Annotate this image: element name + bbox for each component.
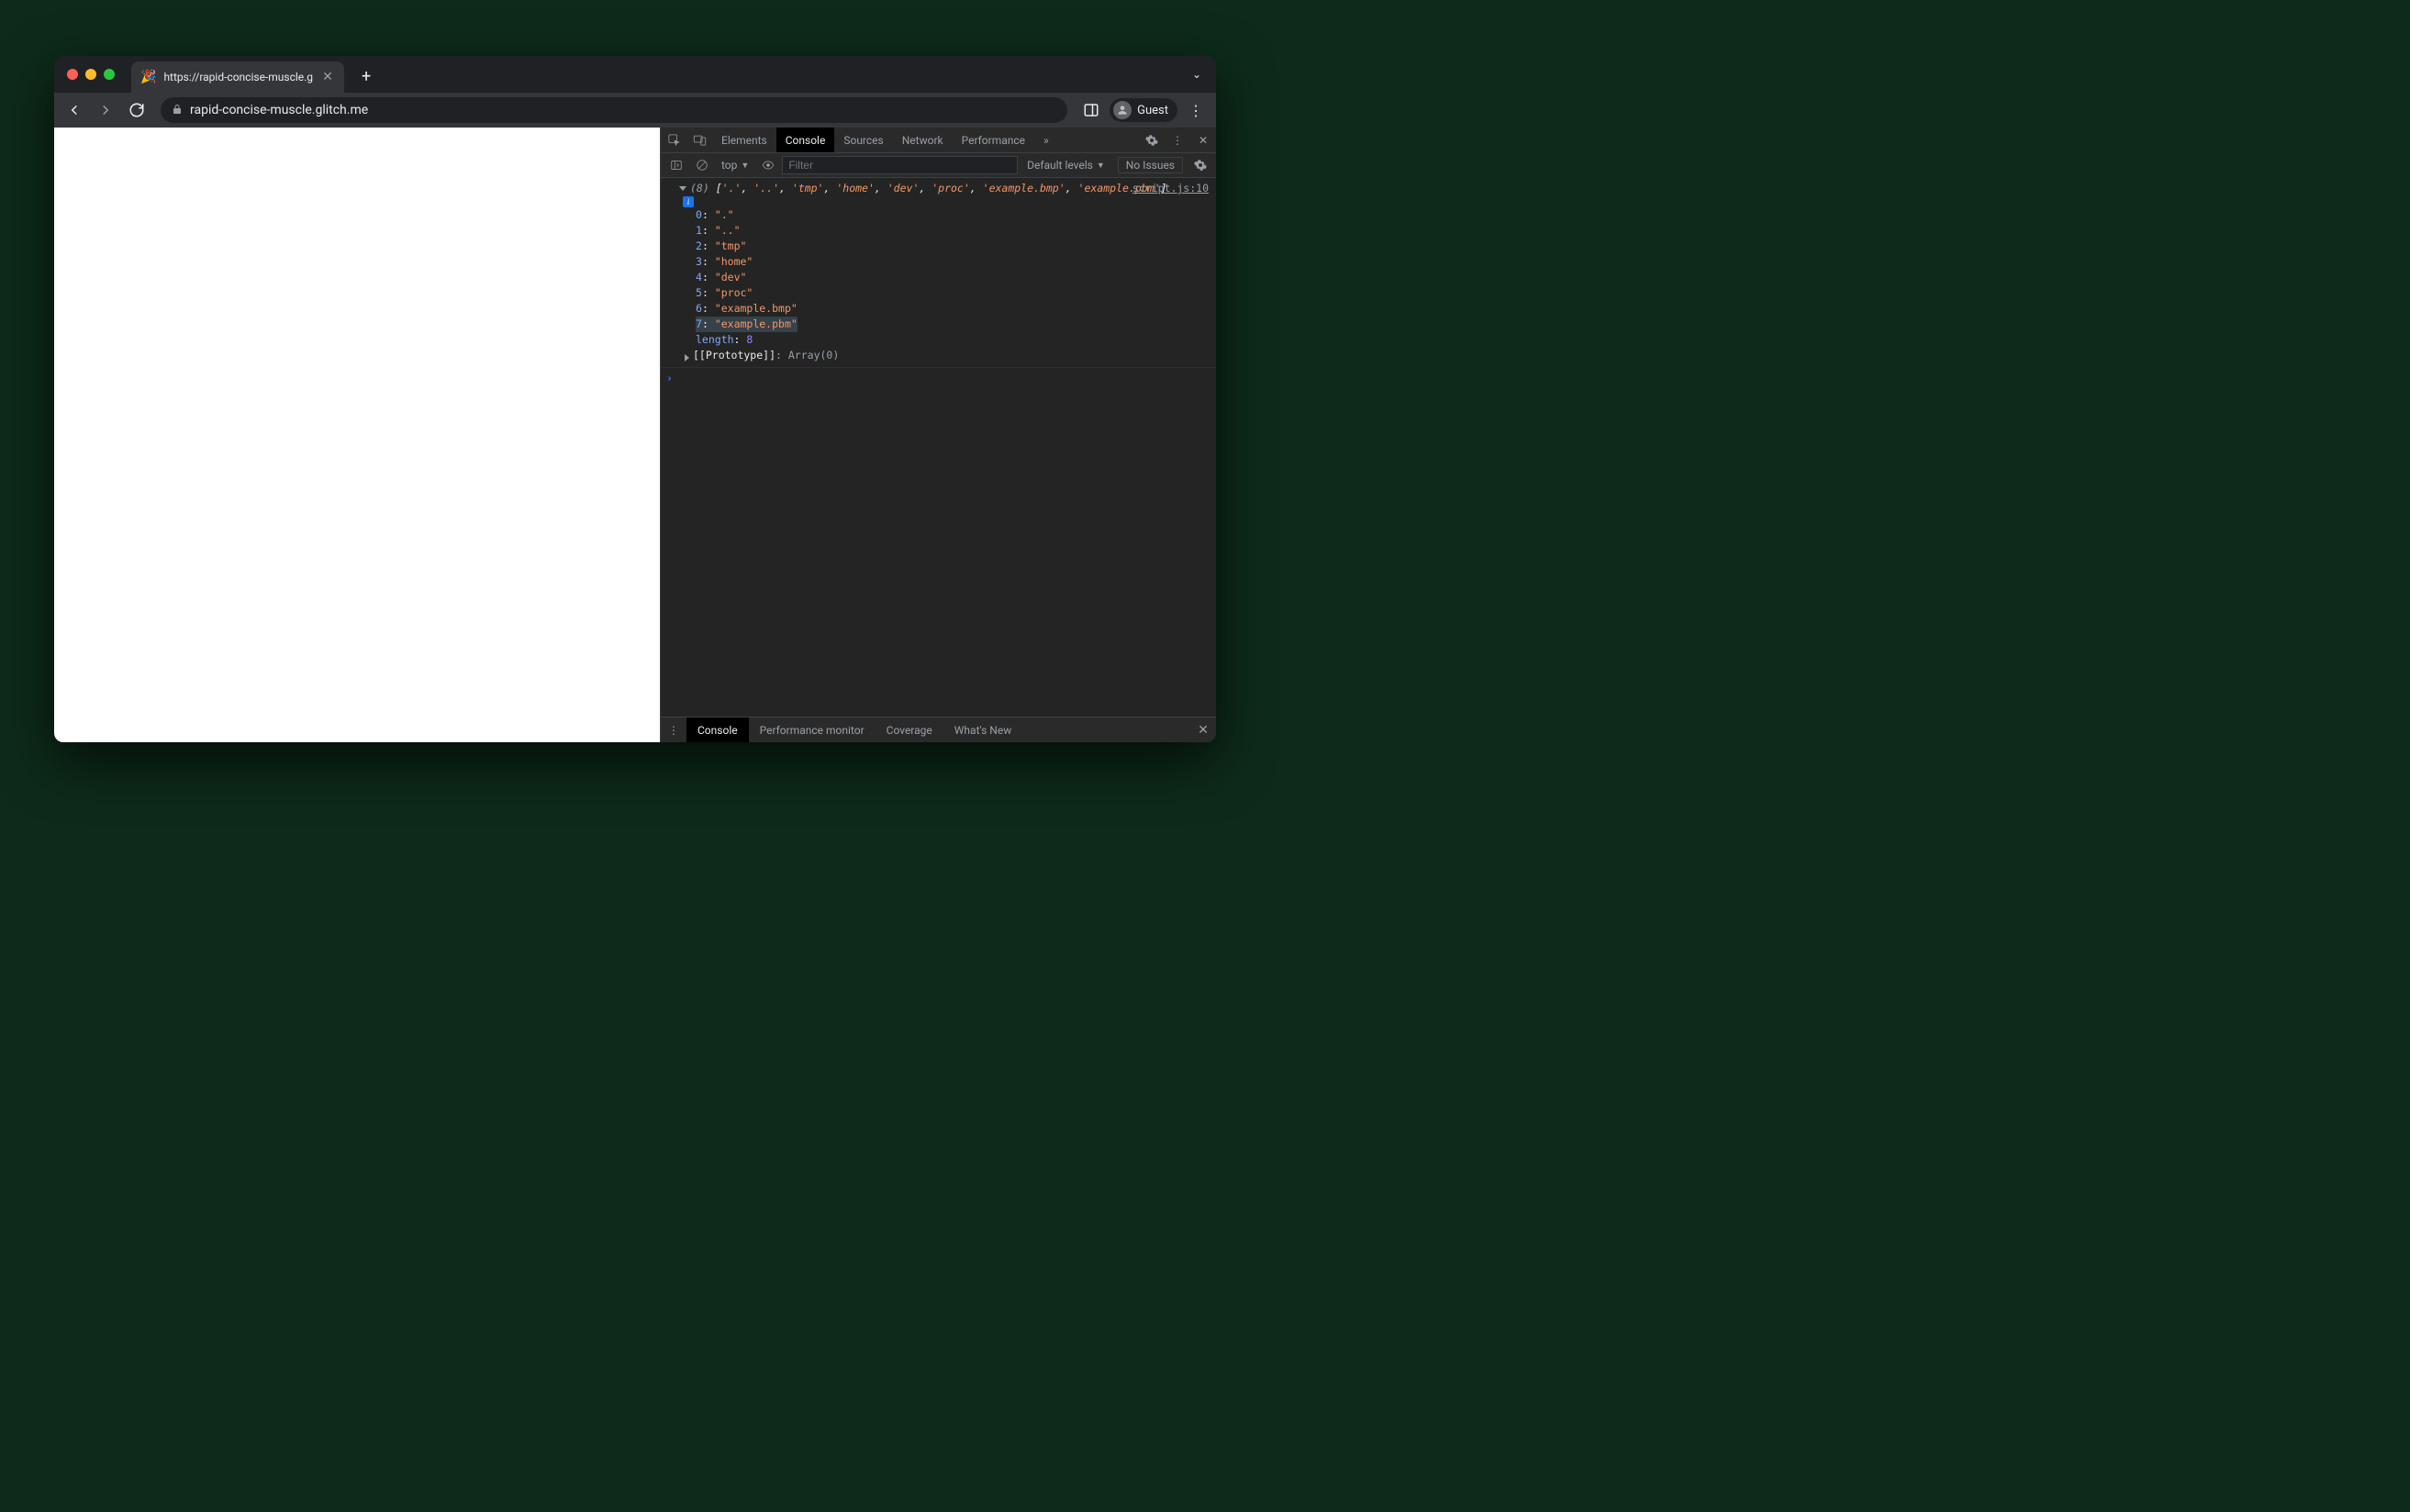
back-button[interactable]	[61, 97, 87, 123]
array-item-row[interactable]: 2: "tmp"	[696, 239, 1211, 254]
devtools-drawer: ⋮ Console Performance monitor Coverage W…	[661, 717, 1216, 742]
live-expression-button[interactable]	[756, 155, 780, 175]
drawer-tab-console[interactable]: Console	[686, 717, 749, 742]
console-body: script.js:10 (8) ['.', '..', 'tmp', 'hom…	[661, 178, 1216, 717]
console-sidebar-toggle[interactable]	[664, 155, 688, 175]
drawer-tab-coverage[interactable]: Coverage	[876, 717, 943, 742]
new-tab-button[interactable]: +	[353, 63, 379, 89]
tab-strip: 🎉 https://rapid-concise-muscle.g ✕ + ⌄	[54, 56, 1216, 93]
window-minimize-button[interactable]	[85, 69, 96, 80]
avatar-icon	[1113, 101, 1132, 119]
array-expanded-list: 0: "."1: ".."2: "tmp"3: "home"4: "dev"5:…	[696, 207, 1211, 348]
side-panel-button[interactable]	[1078, 97, 1104, 123]
window-maximize-button[interactable]	[104, 69, 115, 80]
log-summary[interactable]: (8) ['.', '..', 'tmp', 'home', 'dev', 'p…	[666, 182, 1211, 195]
tabs-dropdown-button[interactable]: ⌄	[1192, 68, 1201, 81]
devtools-settings-button[interactable]	[1139, 128, 1165, 152]
devtools-close-button[interactable]: ✕	[1190, 128, 1216, 152]
traffic-lights	[67, 69, 115, 80]
inspect-element-button[interactable]	[661, 128, 686, 152]
page-viewport[interactable]	[54, 128, 660, 742]
browser-toolbar: rapid-concise-muscle.glitch.me Guest ⋮	[54, 93, 1216, 128]
console-settings-button[interactable]	[1188, 155, 1212, 175]
device-toolbar-button[interactable]	[686, 128, 712, 152]
drawer-menu-button[interactable]: ⋮	[661, 717, 686, 742]
console-filter	[782, 156, 1018, 174]
array-item-row[interactable]: 7: "example.pbm"	[696, 317, 798, 332]
log-source-link[interactable]: script.js:10	[1132, 182, 1209, 195]
devtools-panel: Elements Console Sources Network Perform…	[660, 128, 1216, 742]
chevron-down-icon: ▼	[1097, 161, 1105, 171]
tab-performance[interactable]: Performance	[953, 128, 1034, 152]
console-toolbar: top ▼ Default levels ▼ No Issues	[661, 153, 1216, 178]
party-popper-icon: 🎉	[140, 70, 156, 84]
profile-label: Guest	[1137, 104, 1168, 117]
forward-button[interactable]	[93, 97, 118, 123]
clear-console-button[interactable]	[690, 155, 714, 175]
window-close-button[interactable]	[67, 69, 78, 80]
array-item-row[interactable]: 5: "proc"	[696, 285, 1211, 301]
array-summary-text: (8) ['.', '..', 'tmp', 'home', 'dev', 'p…	[690, 182, 1166, 195]
execution-context-selector[interactable]: top ▼	[716, 159, 754, 172]
collapse-arrow-icon[interactable]	[679, 186, 686, 191]
array-item-row[interactable]: 3: "home"	[696, 254, 1211, 270]
content-area: Elements Console Sources Network Perform…	[54, 128, 1216, 742]
browser-window: 🎉 https://rapid-concise-muscle.g ✕ + ⌄ r…	[54, 56, 1216, 742]
prototype-row[interactable]: [[Prototype]]: Array(0)	[685, 348, 1211, 363]
issues-button[interactable]: No Issues	[1118, 157, 1183, 173]
console-filter-input[interactable]	[782, 156, 1018, 174]
address-bar[interactable]: rapid-concise-muscle.glitch.me	[161, 97, 1067, 123]
array-item-row[interactable]: 6: "example.bmp"	[696, 301, 1211, 317]
drawer-tab-performance-monitor[interactable]: Performance monitor	[749, 717, 876, 742]
tab-sources[interactable]: Sources	[834, 128, 892, 152]
array-item-row[interactable]: 0: "."	[696, 207, 1211, 223]
array-length-row[interactable]: length: 8	[696, 332, 1211, 348]
console-log-entry[interactable]: script.js:10 (8) ['.', '..', 'tmp', 'hom…	[661, 180, 1216, 368]
context-label: top	[721, 159, 737, 172]
drawer-close-button[interactable]: ✕	[1190, 717, 1216, 742]
tab-title: https://rapid-concise-muscle.g	[163, 71, 313, 83]
lock-icon	[172, 104, 183, 117]
url-text: rapid-concise-muscle.glitch.me	[190, 103, 368, 117]
array-item-row[interactable]: 4: "dev"	[696, 270, 1211, 285]
tab-network[interactable]: Network	[893, 128, 953, 152]
prototype-key: [[Prototype]]	[693, 349, 775, 361]
log-levels-selector[interactable]: Default levels ▼	[1020, 159, 1112, 172]
chevron-down-icon: ▼	[741, 161, 749, 171]
devtools-menu-button[interactable]: ⋮	[1165, 128, 1190, 152]
drawer-tab-whats-new[interactable]: What's New	[943, 717, 1022, 742]
prompt-caret-icon: ›	[666, 372, 673, 384]
expand-arrow-icon[interactable]	[685, 354, 689, 361]
reload-button[interactable]	[124, 97, 150, 123]
close-tab-button[interactable]: ✕	[320, 70, 335, 84]
browser-tab[interactable]: 🎉 https://rapid-concise-muscle.g ✕	[131, 61, 344, 93]
log-levels-label: Default levels	[1027, 159, 1093, 172]
more-tabs-button[interactable]: »	[1034, 128, 1058, 152]
console-prompt[interactable]: ›	[661, 368, 1216, 388]
devtools-tabs: Elements Console Sources Network Perform…	[661, 128, 1216, 153]
array-item-row[interactable]: 1: ".."	[696, 223, 1211, 239]
tab-console[interactable]: Console	[776, 128, 835, 152]
browser-menu-button[interactable]: ⋮	[1183, 97, 1209, 123]
tab-elements[interactable]: Elements	[712, 128, 776, 152]
info-badge-icon[interactable]: i	[683, 196, 694, 207]
prototype-value: Array(0)	[788, 349, 839, 361]
profile-button[interactable]: Guest	[1110, 98, 1177, 122]
